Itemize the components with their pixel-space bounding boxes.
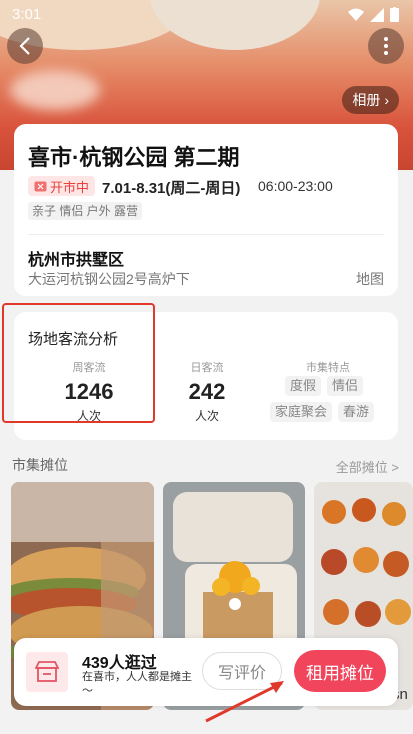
event-info-card: 喜市·杭钢公园 第二期 开市中 7.01-8.31(周二-周日) 06:00-2…: [14, 124, 398, 296]
map-link[interactable]: 地图: [356, 269, 384, 289]
bottom-action-bar: 439人逛过 在喜市，人人都是摊主～ 写评价 租用摊位: [14, 638, 398, 706]
slogan: 在喜市，人人都是摊主～: [82, 671, 192, 697]
album-label: 相册: [352, 92, 381, 108]
rent-stall-button[interactable]: 租用摊位: [294, 650, 386, 692]
features-label: 市集特点: [306, 362, 350, 374]
divider: [28, 234, 384, 235]
highlight-box: [2, 303, 155, 423]
system-icons: [348, 7, 399, 22]
status-time: 3:01: [12, 6, 42, 23]
stalls-section-title: 市集摊位: [12, 457, 68, 473]
feature-chip: 家庭聚会: [270, 402, 333, 422]
event-address: 大运河杭钢公园2号高炉下: [28, 271, 190, 287]
back-button[interactable]: [7, 28, 43, 64]
battery-icon: [390, 7, 399, 22]
more-button[interactable]: [368, 28, 404, 64]
write-review-button[interactable]: 写评价: [202, 652, 282, 690]
daily-traffic: 日客流 242 人次: [162, 359, 252, 424]
all-stalls-link[interactable]: 全部摊位 >: [336, 457, 399, 476]
feature-chip: 情侣: [327, 376, 364, 396]
daily-traffic-value: 242: [188, 379, 226, 404]
wifi-icon: [348, 8, 364, 21]
ticket-icon: [34, 181, 47, 191]
status-bar: 3:01: [0, 0, 413, 28]
status-badge: 开市中: [28, 176, 96, 196]
back-arrow-icon: [19, 37, 30, 55]
more-vertical-icon: [384, 37, 388, 55]
shop-icon: [26, 652, 68, 692]
chevron-right-icon: ›: [384, 92, 389, 108]
daily-traffic-unit: 人次: [194, 409, 219, 423]
album-button[interactable]: 相册 ›: [342, 86, 399, 114]
feature-chip: 度假: [285, 376, 322, 396]
feature-chip: 春游: [338, 402, 375, 422]
event-tags: 亲子 情侣 户外 露营: [28, 202, 143, 220]
status-badge-label: 开市中: [50, 179, 90, 195]
event-dates: 7.01-8.31(周二-周日): [102, 180, 241, 197]
event-title: 喜市·杭钢公园 第二期: [28, 145, 240, 170]
signal-icon: [370, 7, 384, 22]
event-hours: 06:00-23:00: [258, 178, 333, 194]
daily-traffic-label: 日客流: [190, 362, 224, 374]
event-district: 杭州市拱墅区: [28, 252, 125, 269]
